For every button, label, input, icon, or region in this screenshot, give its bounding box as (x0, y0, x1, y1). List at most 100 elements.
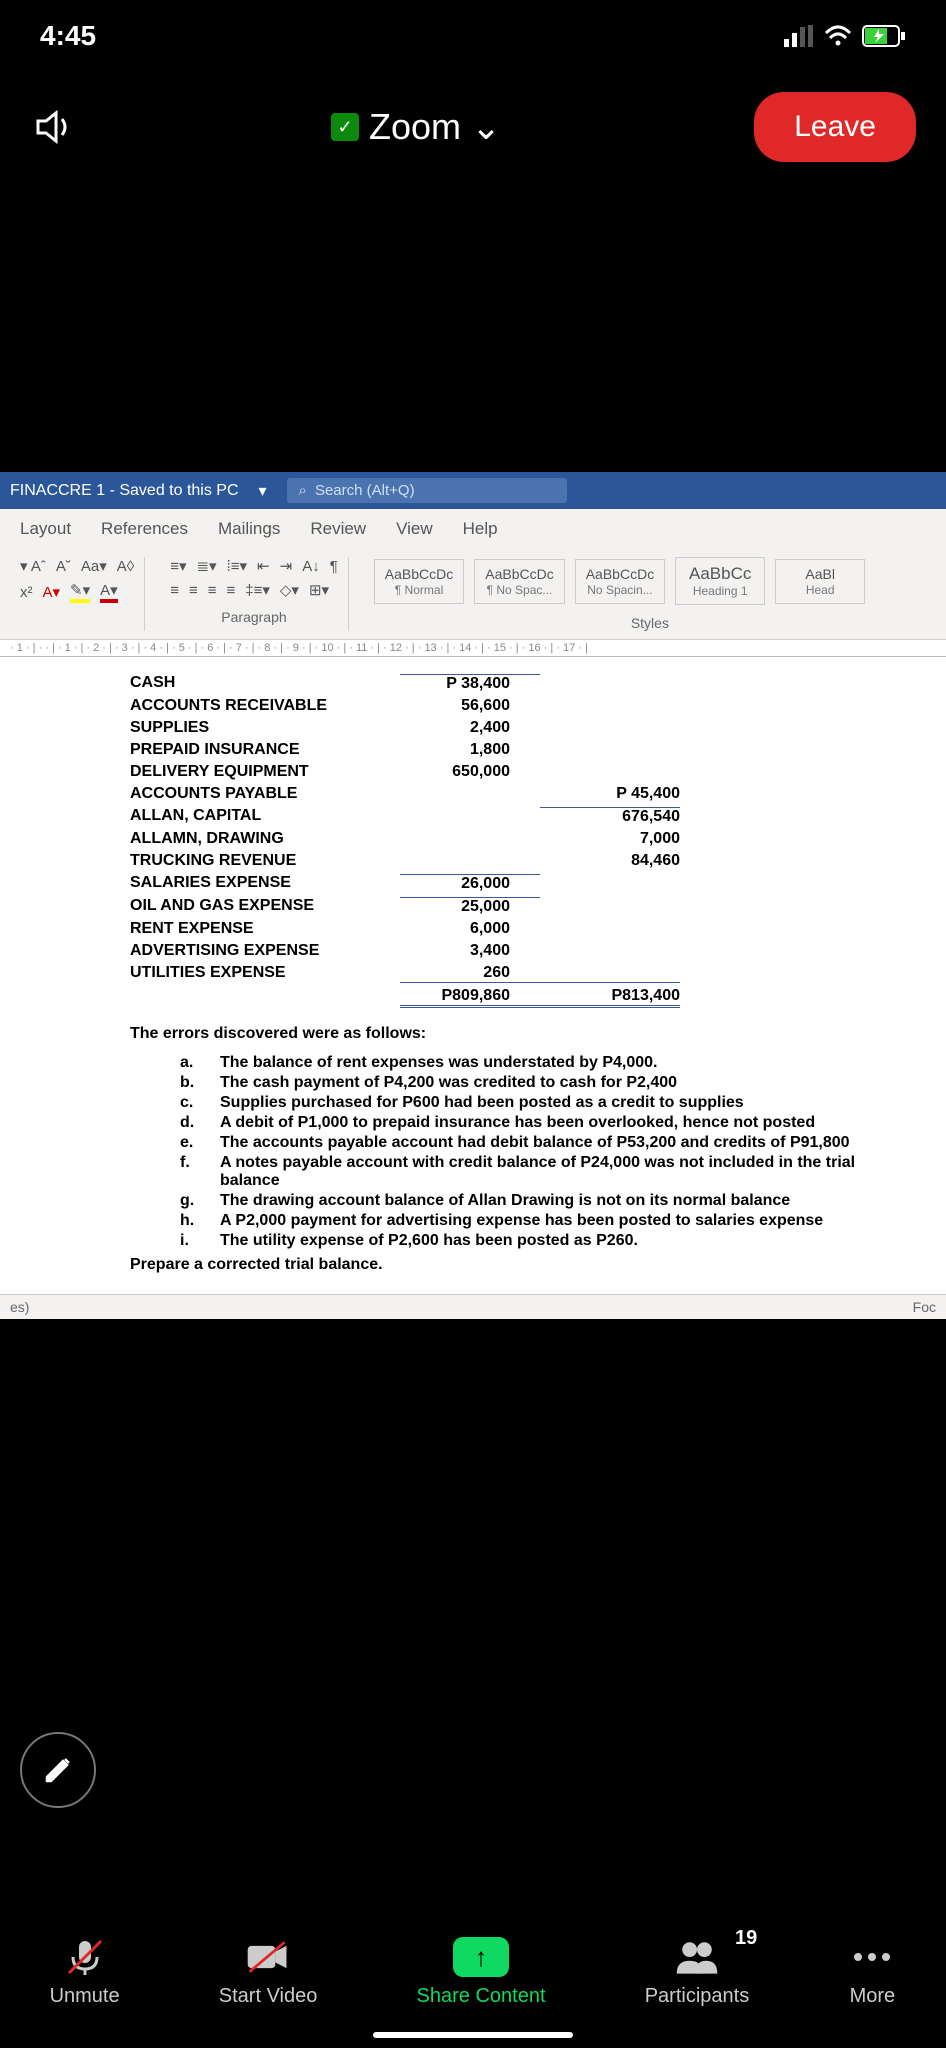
bullets-icon[interactable]: ≡▾ (170, 557, 186, 575)
align-left-icon[interactable]: ≡ (170, 582, 179, 599)
highlight-icon[interactable]: ✎▾ (70, 581, 90, 603)
zoom-header: ✓ Zoom ⌄ Leave (0, 72, 946, 182)
indent-inc-icon[interactable]: ⇥ (280, 557, 293, 575)
change-case-icon[interactable]: Aa▾ (81, 557, 107, 575)
sort-icon[interactable]: A↓ (302, 558, 320, 575)
font-color-icon[interactable]: A▾ (43, 583, 61, 601)
tab-view[interactable]: View (396, 519, 433, 539)
error-item: h.A P2,000 payment for advertising expen… (180, 1211, 866, 1231)
title-dropdown-icon[interactable]: ▾ (259, 481, 267, 501)
signal-icon (784, 25, 814, 47)
line-spacing-icon[interactable]: ‡≡▾ (245, 581, 270, 599)
clear-format-icon[interactable]: A◊ (117, 558, 134, 575)
tab-review[interactable]: Review (310, 519, 366, 539)
paragraph-mark-icon[interactable]: ¶ (330, 558, 338, 575)
trial-row: OIL AND GAS EXPENSE25,000 (130, 895, 866, 918)
word-titlebar: FINACCRE 1 - Saved to this PC ▾ ⌕ Search… (0, 472, 946, 509)
share-content-button[interactable]: ↑ Share Content (417, 1937, 546, 2008)
trial-row: ACCOUNTS PAYABLEP 45,400 (130, 783, 866, 805)
more-icon (848, 1937, 896, 1977)
trial-row: UTILITIES EXPENSE260 (130, 962, 866, 985)
error-item: a.The balance of rent expenses was under… (180, 1053, 866, 1073)
error-item: c.Supplies purchased for P600 had been p… (180, 1093, 866, 1113)
ribbon-content: ▾ Aˆ A˘ Aa▾ A◊ x² A▾ ✎▾ A▾ ≡▾ ≣▾ ⁞≡▾ ⇤ ⇥… (0, 549, 946, 640)
font-grow-icon[interactable]: ▾ Aˆ (20, 557, 46, 575)
trial-row: TRUCKING REVENUE84,460 (130, 850, 866, 872)
share-label: Share Content (417, 1985, 546, 2008)
tab-references[interactable]: References (101, 519, 188, 539)
styles-group: AaBbCcDc¶ NormalAaBbCcDc¶ No Spac...AaBb… (364, 557, 936, 631)
tab-help[interactable]: Help (463, 519, 498, 539)
align-right-icon[interactable]: ≡ (208, 582, 217, 599)
trial-row: ACCOUNTS RECEIVABLE56,600 (130, 695, 866, 717)
participants-icon (673, 1937, 721, 1977)
word-app: FINACCRE 1 - Saved to this PC ▾ ⌕ Search… (0, 472, 946, 1319)
tab-layout[interactable]: Layout (20, 519, 71, 539)
zoom-title: Zoom (369, 106, 461, 148)
trial-row: RENT EXPENSE6,000 (130, 918, 866, 940)
chevron-down-icon: ⌄ (471, 106, 501, 148)
participants-count: 19 (735, 1927, 757, 1950)
more-button[interactable]: More (848, 1937, 896, 2008)
trial-row: SALARIES EXPENSE26,000 (130, 872, 866, 895)
status-bar: 4:45 (0, 0, 946, 72)
status-icons (784, 25, 906, 47)
word-status-bar: es) Foc (0, 1294, 946, 1319)
search-placeholder: Search (Alt+Q) (315, 482, 415, 499)
multilevel-icon[interactable]: ⁞≡▾ (227, 557, 247, 575)
ribbon-tabs: Layout References Mailings Review View H… (0, 509, 946, 549)
zoom-title-container[interactable]: ✓ Zoom ⌄ (331, 106, 501, 148)
annotate-button[interactable] (20, 1732, 96, 1808)
style-option[interactable]: AaBlHead (775, 559, 865, 604)
total-credit: P813,400 (540, 987, 680, 1008)
error-item: d.A debit of P1,000 to prepaid insurance… (180, 1113, 866, 1133)
style-option[interactable]: AaBbCcDcNo Spacin... (575, 559, 665, 604)
home-indicator[interactable] (373, 2032, 573, 2038)
font-color2-icon[interactable]: A▾ (100, 581, 118, 603)
more-label: More (850, 1985, 896, 2008)
error-item: e.The accounts payable account had debit… (180, 1133, 866, 1153)
status-right: Foc (913, 1299, 936, 1315)
participants-button[interactable]: 19 Participants (645, 1937, 750, 2008)
font-shrink-icon[interactable]: A˘ (56, 558, 71, 575)
shading-icon[interactable]: ◇▾ (280, 581, 299, 599)
search-input[interactable]: ⌕ Search (Alt+Q) (287, 478, 567, 503)
indent-dec-icon[interactable]: ⇤ (257, 557, 270, 575)
justify-icon[interactable]: ≡ (226, 582, 235, 599)
search-icon: ⌕ (299, 482, 307, 499)
shield-check-icon: ✓ (331, 113, 359, 141)
borders-icon[interactable]: ⊞▾ (309, 581, 329, 599)
participants-label: Participants (645, 1985, 750, 2008)
font-group: ▾ Aˆ A˘ Aa▾ A◊ x² A▾ ✎▾ A▾ (10, 557, 145, 631)
doc-title: FINACCRE 1 - Saved to this PC (10, 482, 239, 500)
trial-row: CASHP 38,400 (130, 672, 866, 695)
shared-screen-black-top (0, 182, 946, 472)
styles-label: Styles (374, 611, 926, 631)
trial-row: DELIVERY EQUIPMENT650,000 (130, 761, 866, 783)
totals-row: P809,860 P813,400 (130, 985, 866, 1010)
style-option[interactable]: AaBbCcDc¶ No Spac... (474, 559, 564, 604)
meeting-controls: Unmute Start Video ↑ Share Content 19 Pa… (0, 1917, 946, 2048)
trial-row: PREPAID INSURANCE1,800 (130, 739, 866, 761)
total-debit: P809,860 (400, 987, 540, 1008)
paragraph-label: Paragraph (170, 605, 338, 625)
status-left: es) (10, 1299, 29, 1315)
speaker-icon[interactable] (30, 103, 78, 151)
error-list: a.The balance of rent expenses was under… (180, 1053, 866, 1251)
align-center-icon[interactable]: ≡ (189, 582, 198, 599)
battery-charging-icon (862, 25, 906, 47)
leave-button[interactable]: Leave (754, 92, 916, 162)
prepare-instruction: Prepare a corrected trial balance. (130, 1256, 866, 1274)
camera-off-icon (244, 1937, 292, 1977)
superscript-icon[interactable]: x² (20, 584, 33, 601)
start-video-button[interactable]: Start Video (219, 1937, 318, 2008)
status-time: 4:45 (40, 20, 96, 52)
ruler[interactable]: · 1 · | · · | · 1 · | · 2 · | · 3 · | · … (0, 640, 946, 657)
document-body[interactable]: CASHP 38,400ACCOUNTS RECEIVABLE56,600SUP… (0, 657, 946, 1294)
error-item: g.The drawing account balance of Allan D… (180, 1191, 866, 1211)
numbering-icon[interactable]: ≣▾ (196, 557, 216, 575)
style-option[interactable]: AaBbCcHeading 1 (675, 557, 765, 605)
unmute-button[interactable]: Unmute (50, 1937, 120, 2008)
style-option[interactable]: AaBbCcDc¶ Normal (374, 559, 464, 604)
tab-mailings[interactable]: Mailings (218, 519, 280, 539)
